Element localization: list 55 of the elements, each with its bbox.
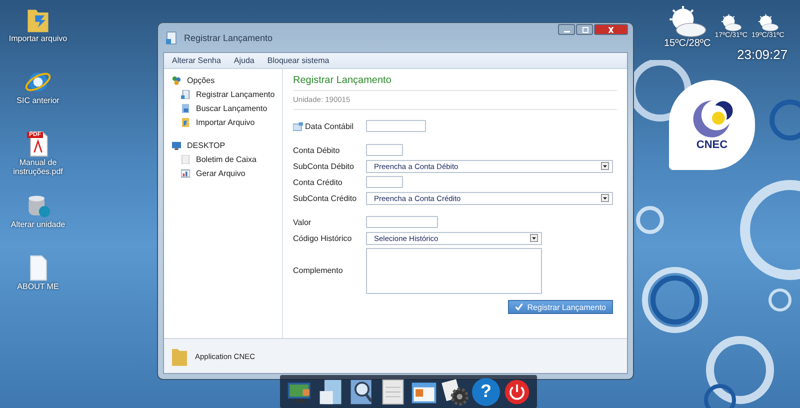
check-icon bbox=[515, 303, 524, 311]
caret-icon bbox=[530, 234, 538, 242]
maximize-icon bbox=[580, 26, 590, 32]
close-button[interactable] bbox=[594, 24, 628, 35]
menu-item[interactable]: Bloquear sistema bbox=[267, 56, 330, 65]
help-button[interactable]: ? bbox=[472, 378, 500, 406]
options-icon bbox=[172, 76, 181, 85]
field-label: Código Histórico bbox=[293, 234, 352, 242]
sidebar-item[interactable]: Boletim de Caixa bbox=[172, 154, 282, 165]
sidebar-group-label: Opções bbox=[187, 76, 215, 85]
page-icon bbox=[181, 155, 190, 164]
field-label: Conta Débito bbox=[293, 146, 340, 154]
input-field[interactable] bbox=[366, 216, 438, 228]
desktop-icon-label[interactable]: SIC anterior bbox=[3, 96, 73, 105]
cloud-sun-icon bbox=[667, 6, 708, 38]
import-icon bbox=[181, 118, 190, 127]
desktop-icon-label[interactable]: Manual de instruções.pdf bbox=[3, 158, 73, 176]
cloud-sun-icon bbox=[720, 14, 742, 32]
gear-icon[interactable] bbox=[441, 378, 469, 406]
input-field[interactable] bbox=[366, 144, 403, 156]
calendar-icon bbox=[293, 122, 303, 130]
document-icon bbox=[181, 90, 190, 99]
sidebar-item[interactable]: Gerar Arquivo bbox=[172, 168, 282, 179]
power-icon[interactable] bbox=[503, 378, 531, 406]
temperature-text: 15ºC/28ºC bbox=[664, 38, 711, 49]
caret-icon bbox=[601, 162, 609, 170]
input-field[interactable] bbox=[366, 120, 426, 132]
chart-icon bbox=[181, 169, 190, 178]
menu-item[interactable]: Alterar Senha bbox=[172, 56, 221, 65]
form-title: Registrar Lançamento bbox=[293, 75, 617, 91]
field-label: Valor bbox=[293, 218, 312, 226]
minimize-button[interactable] bbox=[558, 24, 575, 35]
cloud-sun-icon bbox=[756, 14, 779, 32]
monitor-icon bbox=[172, 141, 181, 150]
input-field[interactable] bbox=[366, 176, 403, 188]
document-icon bbox=[166, 30, 178, 44]
window-title: Registrar Lançamento bbox=[184, 32, 273, 42]
sidebar-item[interactable]: Importar Arquivo bbox=[172, 117, 282, 128]
sidebar-group-label: DESKTOP bbox=[187, 141, 226, 150]
field-label: Data Contábil bbox=[305, 122, 354, 130]
field-label: Conta Crédito bbox=[293, 178, 342, 186]
clock-text: 23:09:27 bbox=[737, 47, 788, 62]
field-label: Complemento bbox=[293, 266, 343, 275]
desktop-icon-label[interactable]: Importar arquivo bbox=[3, 34, 73, 43]
caret-icon bbox=[601, 194, 609, 202]
sidebar-item[interactable]: Buscar Lançamento bbox=[172, 103, 282, 114]
logo-text: CNEC bbox=[696, 139, 728, 151]
field-label: SubConta Débito bbox=[293, 162, 354, 170]
folder-icon bbox=[172, 346, 187, 366]
document-icon bbox=[181, 104, 190, 113]
menu-item[interactable]: Ajuda bbox=[234, 56, 254, 65]
field-label: SubConta Crédito bbox=[293, 194, 357, 202]
sidebar-item[interactable]: Registrar Lançamento bbox=[172, 89, 282, 100]
close-icon bbox=[606, 26, 616, 32]
maximize-button[interactable] bbox=[576, 24, 593, 35]
